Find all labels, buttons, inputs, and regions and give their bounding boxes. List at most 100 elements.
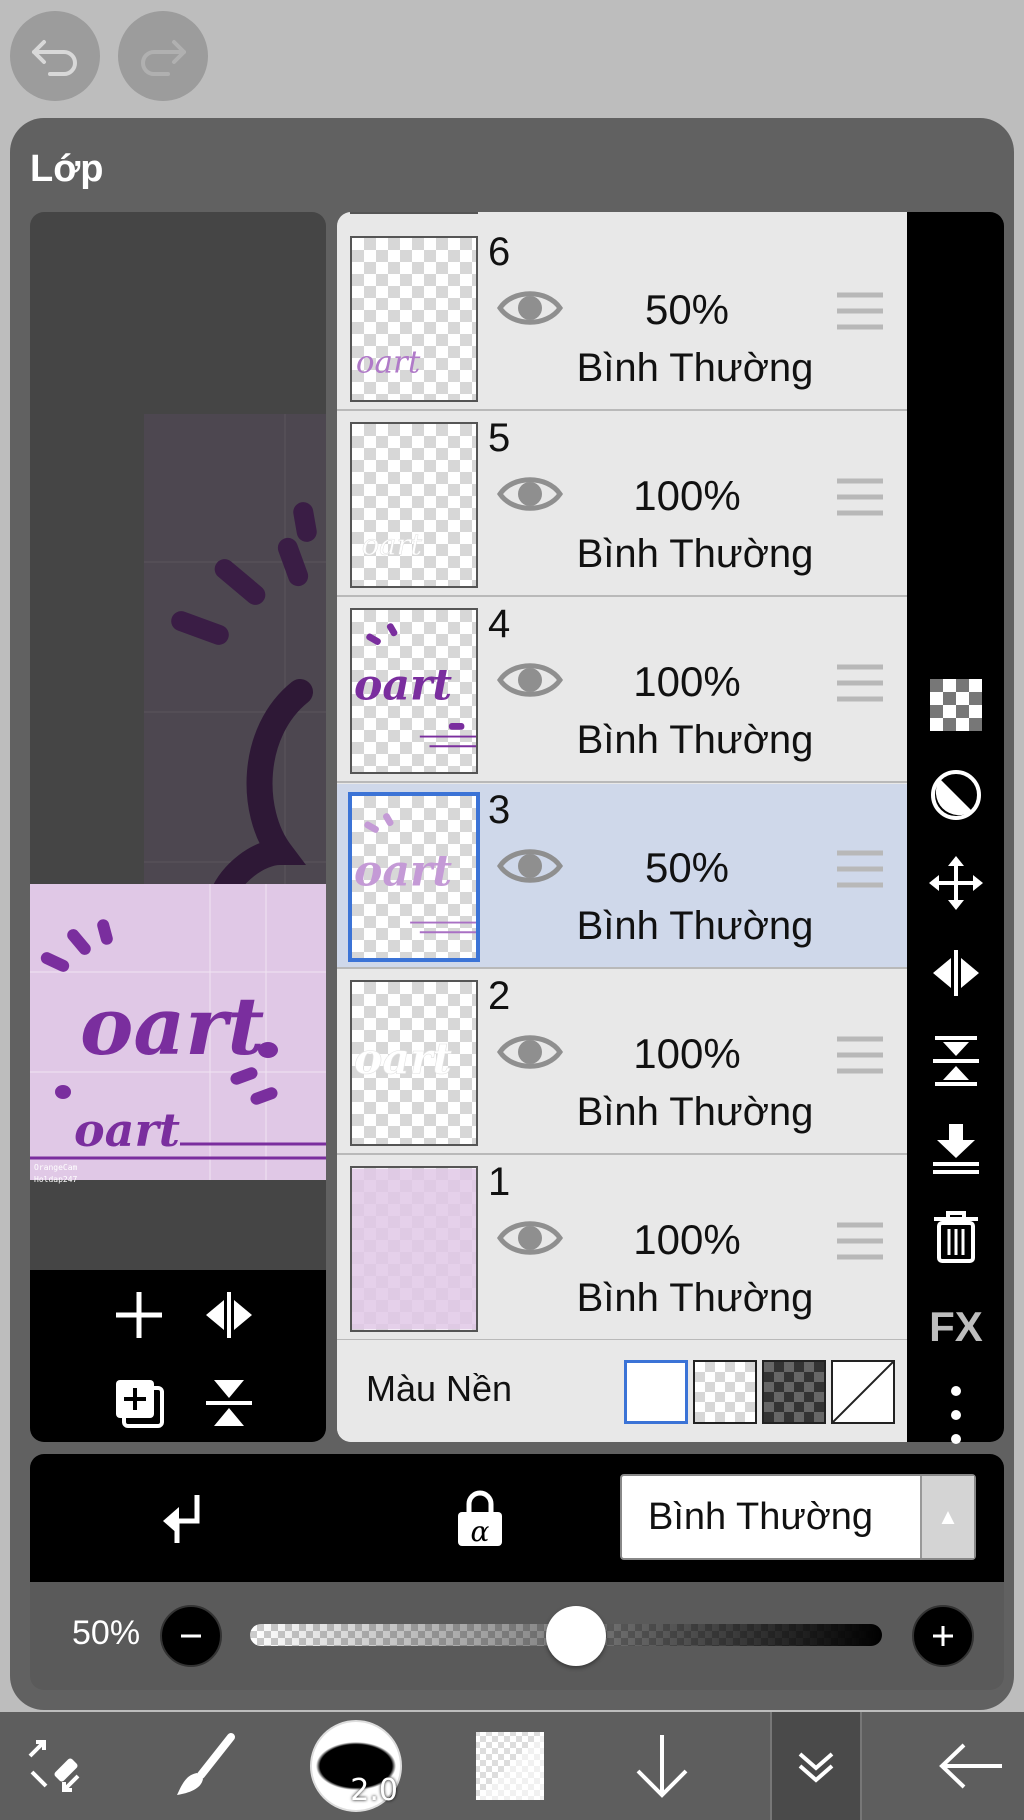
visibility-eye-icon[interactable] [497,472,563,516]
svg-text:oart: oart [354,1035,452,1085]
layers-panel-toggle[interactable] [770,1712,862,1820]
half-circle-icon [931,770,981,820]
duplicate-layer-button[interactable] [104,1368,174,1438]
clipping-button[interactable] [921,760,991,830]
move-arrows-icon [929,856,983,910]
color-button[interactable] [470,1712,550,1820]
layer-number: 4 [488,602,511,646]
drag-handle-icon[interactable] [837,290,883,332]
drag-handle-icon[interactable] [837,1034,883,1076]
layer-number: 6 [488,230,511,274]
fx-button[interactable]: FX [921,1292,991,1362]
canvas-artwork: oart oart OrangeCam Holdap247 [30,414,326,1184]
clipping-mask-button[interactable] [146,1484,216,1554]
background-none-swatch[interactable] [831,1360,895,1424]
brush-size-button[interactable]: 2.0 [310,1720,402,1812]
layer-row-selected[interactable]: oart 3 50% Bình Thường [337,784,907,969]
svg-text:oart: oart [80,979,264,1073]
transform-tool-button[interactable] [14,1712,94,1820]
brush-tool-button[interactable] [166,1712,246,1820]
layer-list[interactable]: oart 6 50% Bình Thường oart 5 100% Bình … [337,212,907,1442]
visibility-eye-icon[interactable] [497,1216,563,1260]
layer-opacity: 50% [644,286,730,333]
arrow-left-icon [939,1743,1002,1789]
layer-thumbnail: oart [348,792,480,962]
plus-icon [933,1626,953,1646]
drag-handle-icon[interactable] [837,476,883,518]
opacity-decrease-button[interactable] [160,1605,222,1667]
brush-icon [177,1733,235,1795]
layer-blend-mode: Bình Thường [576,346,814,390]
visibility-eye-icon[interactable] [497,844,563,888]
layer-blend-mode: Bình Thường [576,1276,814,1320]
canvas-preview[interactable]: oart oart OrangeCam Holdap247 [30,212,326,1442]
layer-thumbnail [350,1166,478,1332]
redo-icon [141,40,186,76]
opacity-increase-button[interactable] [912,1605,974,1667]
drag-handle-icon[interactable] [837,848,883,890]
alpha-lock-icon: α [458,1490,502,1548]
move-layer-button[interactable] [921,848,991,918]
svg-text:oart: oart [362,527,423,561]
blend-mode-select[interactable]: Bình Thường ▲ [620,1474,976,1560]
layer-row[interactable]: oart 4 100% Bình Thường [337,598,907,783]
alpha-lock-button[interactable]: α [445,1484,515,1554]
undo-button[interactable] [10,11,100,101]
visibility-eye-icon[interactable] [497,658,563,702]
plus-icon [116,1292,162,1338]
more-options-button[interactable] [921,1380,991,1450]
watermark-line1: OrangeCam [34,1163,78,1172]
brush-size-value: 2.0 [350,1773,398,1808]
svg-text:oart: oart [356,344,421,380]
undo-icon [32,40,77,76]
layer-blend-mode: Bình Thường [576,718,814,762]
merge-down-button[interactable] [921,1114,991,1184]
layer-blend-mode: Bình Thường [576,1090,814,1134]
layer-row[interactable]: oart 5 100% Bình Thường [337,412,907,597]
flip-layer-vertical-button[interactable] [921,1026,991,1096]
panel-title: Lớp [30,148,104,190]
layer-thumbnail: oart [350,980,478,1146]
clip-arrow-icon [163,1495,200,1543]
drag-handle-icon[interactable] [837,662,883,704]
flip-horizontal-icon [933,950,979,996]
blend-mode-value: Bình Thường [648,1496,874,1538]
layer-blend-mode: Bình Thường [576,904,814,948]
layer-row[interactable]: oart 2 100% Bình Thường [337,970,907,1155]
download-button[interactable] [622,1712,702,1820]
layer-number: 3 [488,788,511,832]
checkerboard-icon [930,679,982,731]
visibility-eye-icon[interactable] [497,1030,563,1074]
delete-layer-button[interactable] [921,1202,991,1272]
layer-opacity: 100% [633,472,741,519]
svg-text:oart: oart [74,1103,180,1157]
trash-icon [934,1211,978,1263]
background-dark-swatch[interactable] [762,1360,826,1424]
layer-number: 1 [488,1160,511,1204]
flip-horizontal-icon [206,1292,252,1338]
none-slash-icon [832,1361,894,1423]
background-transparent-swatch[interactable] [693,1360,757,1424]
svg-text:oart: oart [354,847,452,897]
layer-row[interactable]: 1 100% Bình Thường [337,1156,907,1341]
transparency-lock-button[interactable] [921,670,991,740]
back-button[interactable] [926,1712,1016,1820]
flip-horizontal-button[interactable] [194,1280,264,1350]
background-white-swatch[interactable] [624,1360,688,1424]
layer-thumbnail: oart [350,422,478,588]
visibility-eye-icon[interactable] [497,286,563,330]
flip-vertical-icon [933,1036,979,1086]
opacity-slider-knob[interactable] [546,1606,606,1666]
transform-arrows-icon [28,1740,80,1792]
layer-blend-mode: Bình Thường [576,532,814,576]
flip-layer-horizontal-button[interactable] [921,938,991,1008]
add-layer-button[interactable] [104,1280,174,1350]
flip-vertical-button[interactable] [194,1368,264,1438]
drag-handle-icon[interactable] [837,1220,883,1262]
flip-vertical-icon [206,1380,252,1426]
layer-row[interactable]: oart 6 50% Bình Thường [337,226,907,411]
redo-button[interactable] [118,11,208,101]
watermark-line2: Holdap247 [34,1175,78,1184]
preview-toolbar [30,1270,326,1442]
layer-opacity: 100% [633,1030,741,1077]
